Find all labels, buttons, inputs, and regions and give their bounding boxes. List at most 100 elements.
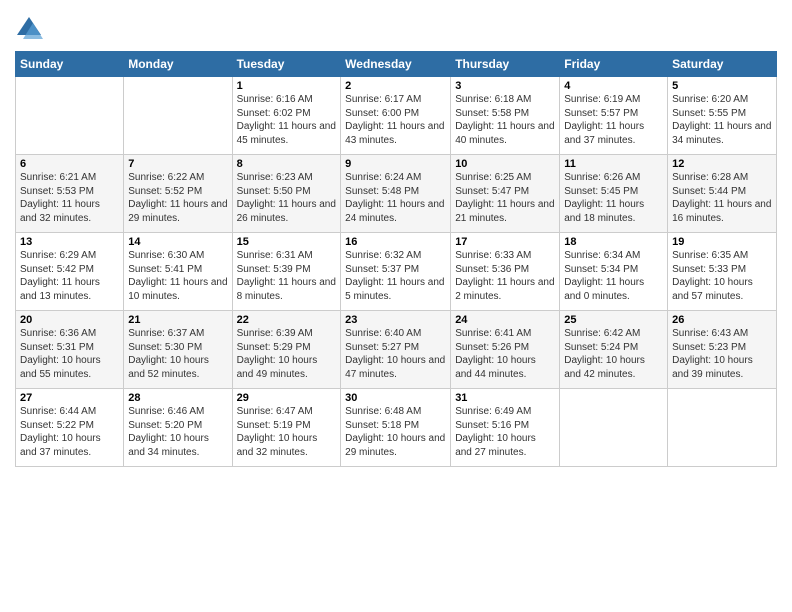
calendar-header-monday: Monday bbox=[124, 52, 232, 77]
day-info: Sunrise: 6:44 AMSunset: 5:22 PMDaylight:… bbox=[20, 405, 119, 459]
day-number: 27 bbox=[20, 392, 119, 404]
calendar-header-tuesday: Tuesday bbox=[232, 52, 341, 77]
day-number: 21 bbox=[128, 314, 227, 326]
calendar-cell: 20Sunrise: 6:36 AMSunset: 5:31 PMDayligh… bbox=[16, 311, 124, 389]
calendar-week-row: 20Sunrise: 6:36 AMSunset: 5:31 PMDayligh… bbox=[16, 311, 777, 389]
day-info: Sunrise: 6:20 AMSunset: 5:55 PMDaylight:… bbox=[672, 93, 772, 147]
calendar-cell: 1Sunrise: 6:16 AMSunset: 6:02 PMDaylight… bbox=[232, 77, 341, 155]
day-number: 10 bbox=[455, 158, 555, 170]
day-info: Sunrise: 6:33 AMSunset: 5:36 PMDaylight:… bbox=[455, 249, 555, 303]
calendar-cell: 14Sunrise: 6:30 AMSunset: 5:41 PMDayligh… bbox=[124, 233, 232, 311]
day-info: Sunrise: 6:40 AMSunset: 5:27 PMDaylight:… bbox=[345, 327, 446, 381]
page: SundayMondayTuesdayWednesdayThursdayFrid… bbox=[0, 0, 792, 612]
calendar-week-row: 1Sunrise: 6:16 AMSunset: 6:02 PMDaylight… bbox=[16, 77, 777, 155]
day-info: Sunrise: 6:46 AMSunset: 5:20 PMDaylight:… bbox=[128, 405, 227, 459]
day-info: Sunrise: 6:22 AMSunset: 5:52 PMDaylight:… bbox=[128, 171, 227, 225]
day-number: 15 bbox=[237, 236, 337, 248]
calendar-week-row: 13Sunrise: 6:29 AMSunset: 5:42 PMDayligh… bbox=[16, 233, 777, 311]
calendar-cell: 2Sunrise: 6:17 AMSunset: 6:00 PMDaylight… bbox=[341, 77, 451, 155]
calendar-cell bbox=[124, 77, 232, 155]
day-number: 8 bbox=[237, 158, 337, 170]
day-info: Sunrise: 6:31 AMSunset: 5:39 PMDaylight:… bbox=[237, 249, 337, 303]
day-number: 28 bbox=[128, 392, 227, 404]
day-info: Sunrise: 6:34 AMSunset: 5:34 PMDaylight:… bbox=[564, 249, 663, 303]
day-number: 6 bbox=[20, 158, 119, 170]
calendar-cell: 7Sunrise: 6:22 AMSunset: 5:52 PMDaylight… bbox=[124, 155, 232, 233]
calendar-cell: 9Sunrise: 6:24 AMSunset: 5:48 PMDaylight… bbox=[341, 155, 451, 233]
calendar-cell: 4Sunrise: 6:19 AMSunset: 5:57 PMDaylight… bbox=[560, 77, 668, 155]
day-info: Sunrise: 6:49 AMSunset: 5:16 PMDaylight:… bbox=[455, 405, 555, 459]
calendar-cell: 10Sunrise: 6:25 AMSunset: 5:47 PMDayligh… bbox=[451, 155, 560, 233]
day-info: Sunrise: 6:32 AMSunset: 5:37 PMDaylight:… bbox=[345, 249, 446, 303]
day-number: 4 bbox=[564, 80, 663, 92]
day-info: Sunrise: 6:23 AMSunset: 5:50 PMDaylight:… bbox=[237, 171, 337, 225]
day-info: Sunrise: 6:41 AMSunset: 5:26 PMDaylight:… bbox=[455, 327, 555, 381]
calendar-cell: 23Sunrise: 6:40 AMSunset: 5:27 PMDayligh… bbox=[341, 311, 451, 389]
calendar-cell: 16Sunrise: 6:32 AMSunset: 5:37 PMDayligh… bbox=[341, 233, 451, 311]
day-number: 5 bbox=[672, 80, 772, 92]
calendar-cell: 25Sunrise: 6:42 AMSunset: 5:24 PMDayligh… bbox=[560, 311, 668, 389]
calendar-cell bbox=[560, 389, 668, 467]
day-info: Sunrise: 6:28 AMSunset: 5:44 PMDaylight:… bbox=[672, 171, 772, 225]
day-number: 9 bbox=[345, 158, 446, 170]
day-number: 31 bbox=[455, 392, 555, 404]
calendar-week-row: 6Sunrise: 6:21 AMSunset: 5:53 PMDaylight… bbox=[16, 155, 777, 233]
day-info: Sunrise: 6:30 AMSunset: 5:41 PMDaylight:… bbox=[128, 249, 227, 303]
calendar-cell: 30Sunrise: 6:48 AMSunset: 5:18 PMDayligh… bbox=[341, 389, 451, 467]
day-number: 13 bbox=[20, 236, 119, 248]
day-info: Sunrise: 6:26 AMSunset: 5:45 PMDaylight:… bbox=[564, 171, 663, 225]
day-number: 29 bbox=[237, 392, 337, 404]
calendar-cell: 11Sunrise: 6:26 AMSunset: 5:45 PMDayligh… bbox=[560, 155, 668, 233]
calendar-cell: 31Sunrise: 6:49 AMSunset: 5:16 PMDayligh… bbox=[451, 389, 560, 467]
calendar-cell bbox=[16, 77, 124, 155]
calendar-header-thursday: Thursday bbox=[451, 52, 560, 77]
day-info: Sunrise: 6:17 AMSunset: 6:00 PMDaylight:… bbox=[345, 93, 446, 147]
day-info: Sunrise: 6:29 AMSunset: 5:42 PMDaylight:… bbox=[20, 249, 119, 303]
day-number: 22 bbox=[237, 314, 337, 326]
calendar-header-sunday: Sunday bbox=[16, 52, 124, 77]
day-info: Sunrise: 6:36 AMSunset: 5:31 PMDaylight:… bbox=[20, 327, 119, 381]
day-number: 11 bbox=[564, 158, 663, 170]
day-number: 12 bbox=[672, 158, 772, 170]
day-info: Sunrise: 6:42 AMSunset: 5:24 PMDaylight:… bbox=[564, 327, 663, 381]
day-number: 14 bbox=[128, 236, 227, 248]
calendar-cell: 13Sunrise: 6:29 AMSunset: 5:42 PMDayligh… bbox=[16, 233, 124, 311]
calendar-cell bbox=[668, 389, 777, 467]
calendar-cell: 24Sunrise: 6:41 AMSunset: 5:26 PMDayligh… bbox=[451, 311, 560, 389]
calendar-cell: 27Sunrise: 6:44 AMSunset: 5:22 PMDayligh… bbox=[16, 389, 124, 467]
day-info: Sunrise: 6:43 AMSunset: 5:23 PMDaylight:… bbox=[672, 327, 772, 381]
day-number: 7 bbox=[128, 158, 227, 170]
day-number: 16 bbox=[345, 236, 446, 248]
day-info: Sunrise: 6:35 AMSunset: 5:33 PMDaylight:… bbox=[672, 249, 772, 303]
calendar-table: SundayMondayTuesdayWednesdayThursdayFrid… bbox=[15, 51, 777, 467]
calendar-header-row: SundayMondayTuesdayWednesdayThursdayFrid… bbox=[16, 52, 777, 77]
calendar-header-friday: Friday bbox=[560, 52, 668, 77]
calendar-week-row: 27Sunrise: 6:44 AMSunset: 5:22 PMDayligh… bbox=[16, 389, 777, 467]
day-number: 24 bbox=[455, 314, 555, 326]
day-info: Sunrise: 6:19 AMSunset: 5:57 PMDaylight:… bbox=[564, 93, 663, 147]
day-info: Sunrise: 6:25 AMSunset: 5:47 PMDaylight:… bbox=[455, 171, 555, 225]
calendar-cell: 5Sunrise: 6:20 AMSunset: 5:55 PMDaylight… bbox=[668, 77, 777, 155]
day-number: 2 bbox=[345, 80, 446, 92]
day-number: 18 bbox=[564, 236, 663, 248]
calendar-cell: 3Sunrise: 6:18 AMSunset: 5:58 PMDaylight… bbox=[451, 77, 560, 155]
calendar-cell: 21Sunrise: 6:37 AMSunset: 5:30 PMDayligh… bbox=[124, 311, 232, 389]
calendar-cell: 6Sunrise: 6:21 AMSunset: 5:53 PMDaylight… bbox=[16, 155, 124, 233]
day-info: Sunrise: 6:24 AMSunset: 5:48 PMDaylight:… bbox=[345, 171, 446, 225]
day-number: 19 bbox=[672, 236, 772, 248]
day-number: 25 bbox=[564, 314, 663, 326]
calendar-cell: 22Sunrise: 6:39 AMSunset: 5:29 PMDayligh… bbox=[232, 311, 341, 389]
calendar-cell: 26Sunrise: 6:43 AMSunset: 5:23 PMDayligh… bbox=[668, 311, 777, 389]
day-number: 1 bbox=[237, 80, 337, 92]
day-info: Sunrise: 6:48 AMSunset: 5:18 PMDaylight:… bbox=[345, 405, 446, 459]
day-number: 30 bbox=[345, 392, 446, 404]
day-info: Sunrise: 6:37 AMSunset: 5:30 PMDaylight:… bbox=[128, 327, 227, 381]
calendar-cell: 29Sunrise: 6:47 AMSunset: 5:19 PMDayligh… bbox=[232, 389, 341, 467]
logo-icon bbox=[15, 15, 43, 43]
calendar-header-wednesday: Wednesday bbox=[341, 52, 451, 77]
day-info: Sunrise: 6:16 AMSunset: 6:02 PMDaylight:… bbox=[237, 93, 337, 147]
day-info: Sunrise: 6:18 AMSunset: 5:58 PMDaylight:… bbox=[455, 93, 555, 147]
calendar-header-saturday: Saturday bbox=[668, 52, 777, 77]
day-info: Sunrise: 6:21 AMSunset: 5:53 PMDaylight:… bbox=[20, 171, 119, 225]
day-number: 26 bbox=[672, 314, 772, 326]
